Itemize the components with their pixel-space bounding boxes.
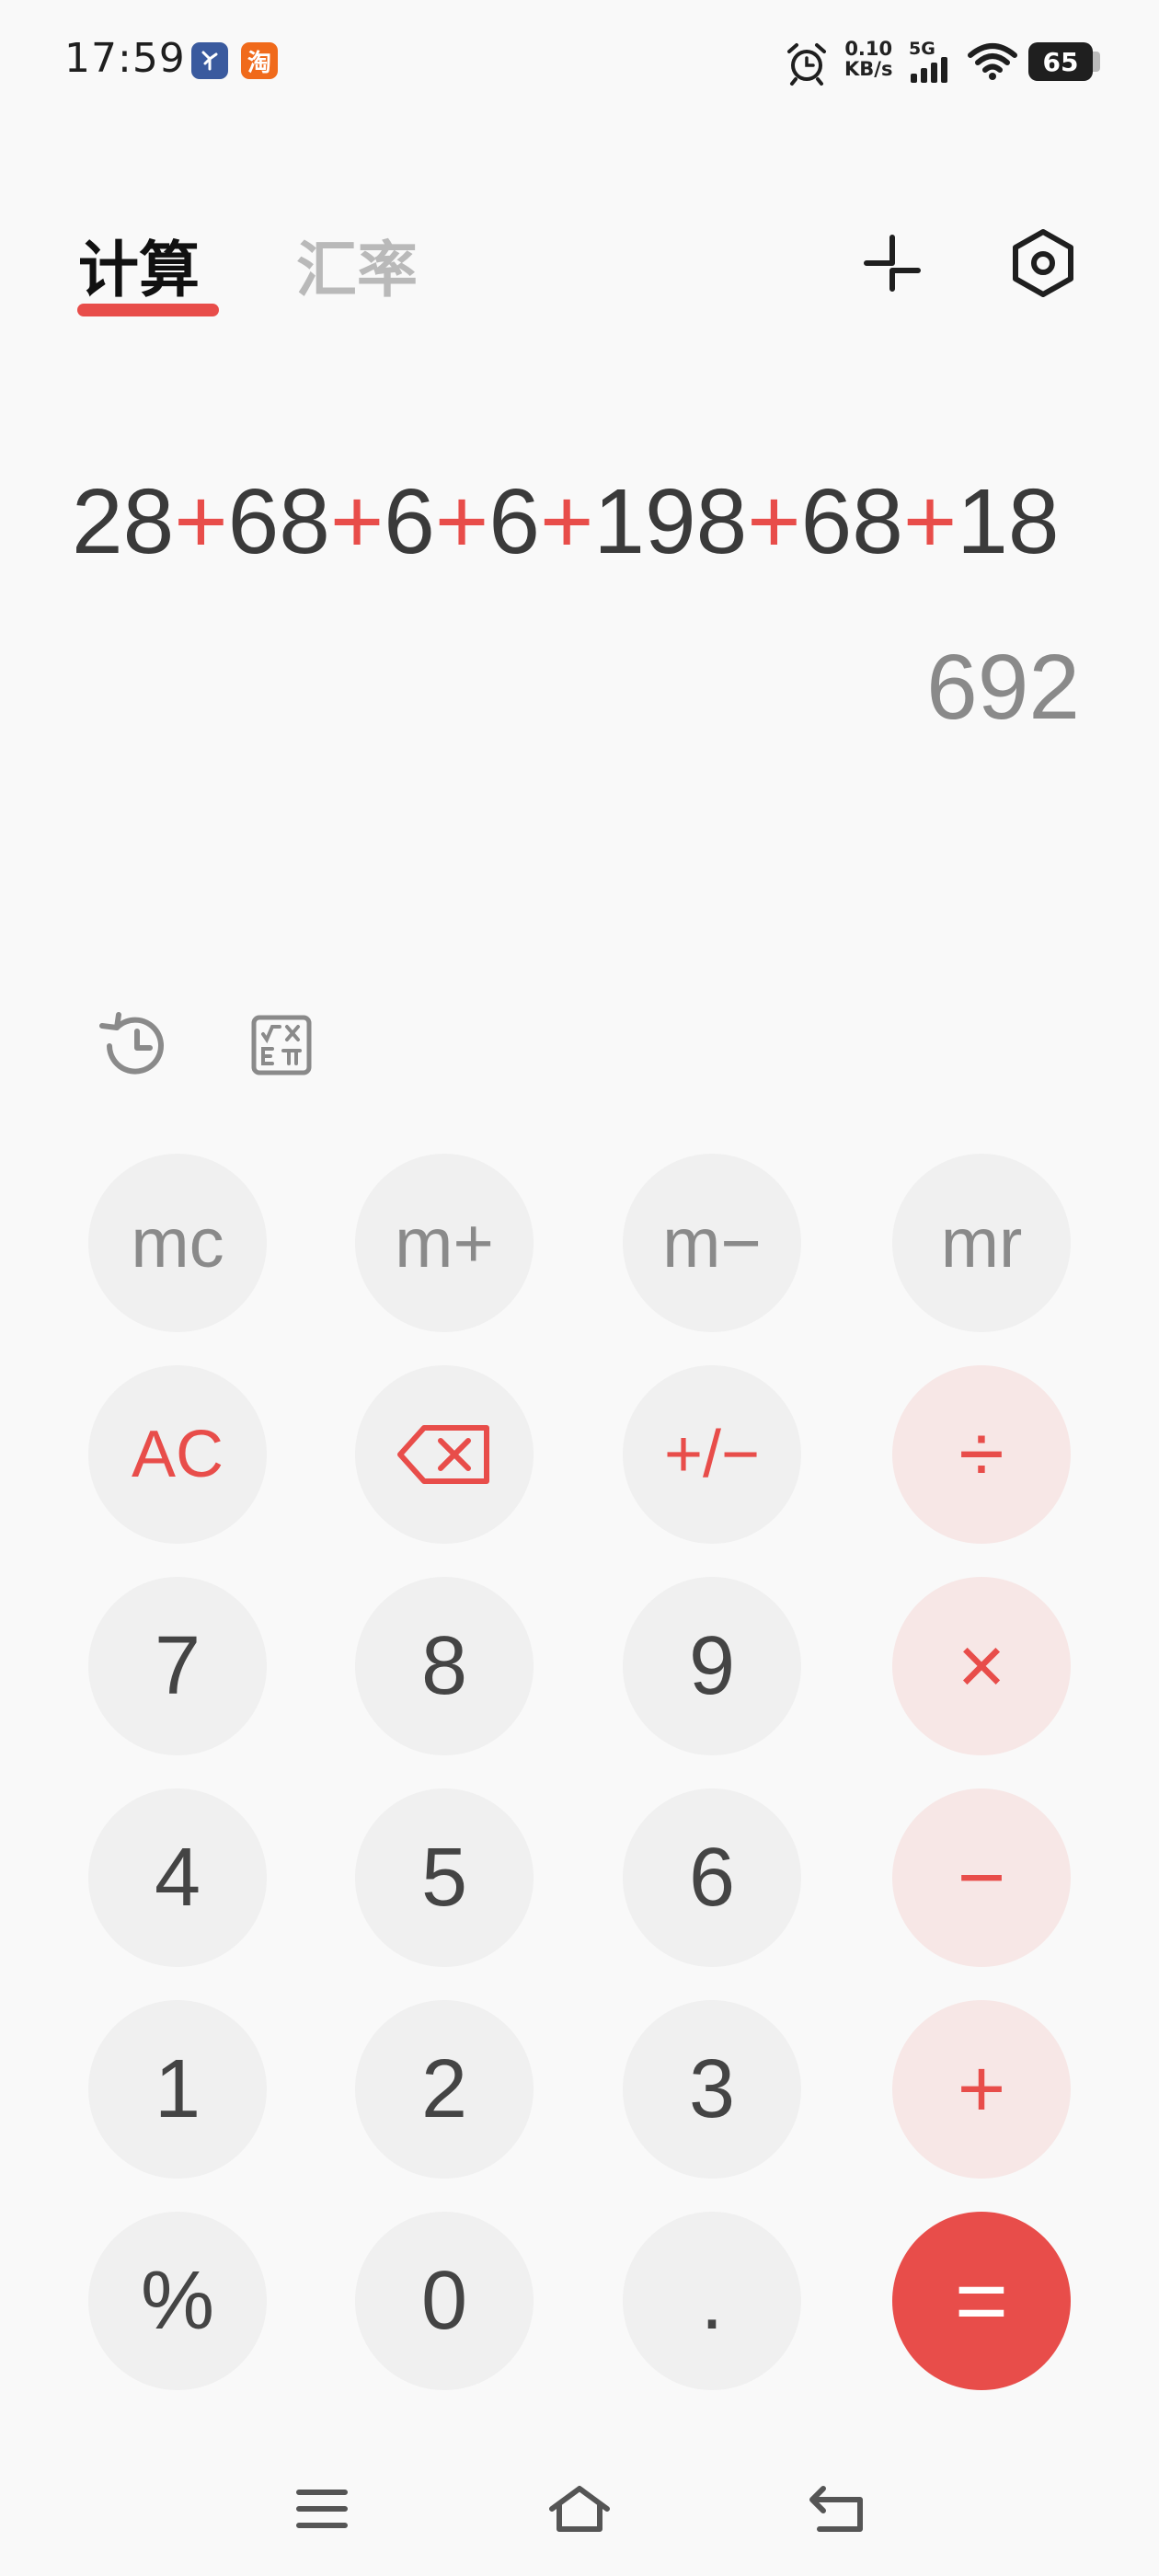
expression-operand: 6 bbox=[488, 470, 540, 573]
digit-9-button[interactable]: 9 bbox=[623, 1577, 801, 1755]
backspace-button[interactable] bbox=[355, 1365, 534, 1544]
digit-5-button[interactable]: 5 bbox=[355, 1788, 534, 1967]
app-notification-icon bbox=[191, 42, 228, 79]
alarm-icon bbox=[787, 43, 826, 86]
expression-operator: + bbox=[329, 470, 384, 573]
digit-8-button[interactable]: 8 bbox=[355, 1577, 534, 1755]
status-time: 17:59 bbox=[64, 35, 186, 82]
network-speed: 0.10 KB/s bbox=[844, 39, 892, 79]
active-tab-indicator bbox=[77, 304, 219, 316]
digit-2-button[interactable]: 2 bbox=[355, 2000, 534, 2179]
battery-tip bbox=[1093, 52, 1100, 72]
multiply-button[interactable]: × bbox=[892, 1577, 1071, 1755]
battery-indicator: 65 bbox=[1028, 42, 1093, 81]
memory-clear-button[interactable]: mc bbox=[88, 1154, 267, 1332]
scientific-mode-button[interactable] bbox=[245, 1008, 318, 1082]
digit-0-button[interactable]: 0 bbox=[355, 2212, 534, 2390]
decimal-point-button[interactable]: . bbox=[623, 2212, 801, 2390]
expression-operator: + bbox=[747, 470, 801, 573]
expression-operator: + bbox=[434, 470, 489, 573]
home-button[interactable] bbox=[543, 2477, 616, 2541]
tab-exchange-rate[interactable]: 汇率 bbox=[296, 221, 418, 309]
history-icon bbox=[99, 1012, 164, 1075]
expression-operand: 68 bbox=[800, 470, 903, 573]
minimize-icon bbox=[864, 235, 921, 292]
percent-button[interactable]: % bbox=[88, 2212, 267, 2390]
add-button[interactable]: + bbox=[892, 2000, 1071, 2179]
backspace-icon bbox=[397, 1425, 489, 1484]
result-display: 692 bbox=[926, 636, 1080, 739]
expression-display: 28+68+6+6+198+68+18 bbox=[72, 469, 1084, 575]
minimize-button[interactable] bbox=[855, 226, 929, 300]
expression-operator: + bbox=[539, 470, 594, 573]
signal-icon bbox=[911, 57, 947, 83]
expression-operand: 28 bbox=[72, 470, 175, 573]
expression-operand: 198 bbox=[593, 470, 748, 573]
tab-calculate[interactable]: 计算 bbox=[78, 221, 200, 309]
network-speed-unit: KB/s bbox=[844, 58, 893, 80]
sign-toggle-button[interactable]: +/− bbox=[623, 1365, 801, 1544]
digit-3-button[interactable]: 3 bbox=[623, 2000, 801, 2179]
equals-button[interactable]: = bbox=[892, 2212, 1071, 2390]
digit-6-button[interactable]: 6 bbox=[623, 1788, 801, 1967]
back-button[interactable] bbox=[800, 2477, 874, 2541]
back-icon bbox=[809, 2486, 863, 2532]
settings-icon bbox=[1013, 229, 1073, 297]
network-type: 5G bbox=[909, 39, 935, 59]
memory-subtract-button[interactable]: m− bbox=[623, 1154, 801, 1332]
network-speed-value: 0.10 bbox=[844, 38, 893, 60]
memory-recall-button[interactable]: mr bbox=[892, 1154, 1071, 1332]
digit-7-button[interactable]: 7 bbox=[88, 1577, 267, 1755]
scientific-icon bbox=[251, 1015, 312, 1075]
expression-operand: 68 bbox=[227, 470, 330, 573]
history-button[interactable] bbox=[92, 1008, 175, 1084]
digit-4-button[interactable]: 4 bbox=[88, 1788, 267, 1967]
all-clear-button[interactable]: AC bbox=[88, 1365, 267, 1544]
recent-apps-button[interactable] bbox=[285, 2477, 359, 2541]
settings-button[interactable] bbox=[1006, 226, 1080, 300]
menu-icon bbox=[296, 2490, 348, 2528]
taobao-icon: 淘 bbox=[241, 42, 278, 79]
home-icon bbox=[549, 2486, 610, 2532]
expression-operator: + bbox=[902, 470, 958, 573]
expression-operator: + bbox=[174, 470, 228, 573]
divide-button[interactable]: ÷ bbox=[892, 1365, 1071, 1544]
expression-operand: 18 bbox=[957, 470, 1060, 573]
memory-add-button[interactable]: m+ bbox=[355, 1154, 534, 1332]
subtract-button[interactable]: − bbox=[892, 1788, 1071, 1967]
wifi-icon bbox=[968, 43, 1017, 80]
expression-operand: 6 bbox=[384, 470, 435, 573]
digit-1-button[interactable]: 1 bbox=[88, 2000, 267, 2179]
